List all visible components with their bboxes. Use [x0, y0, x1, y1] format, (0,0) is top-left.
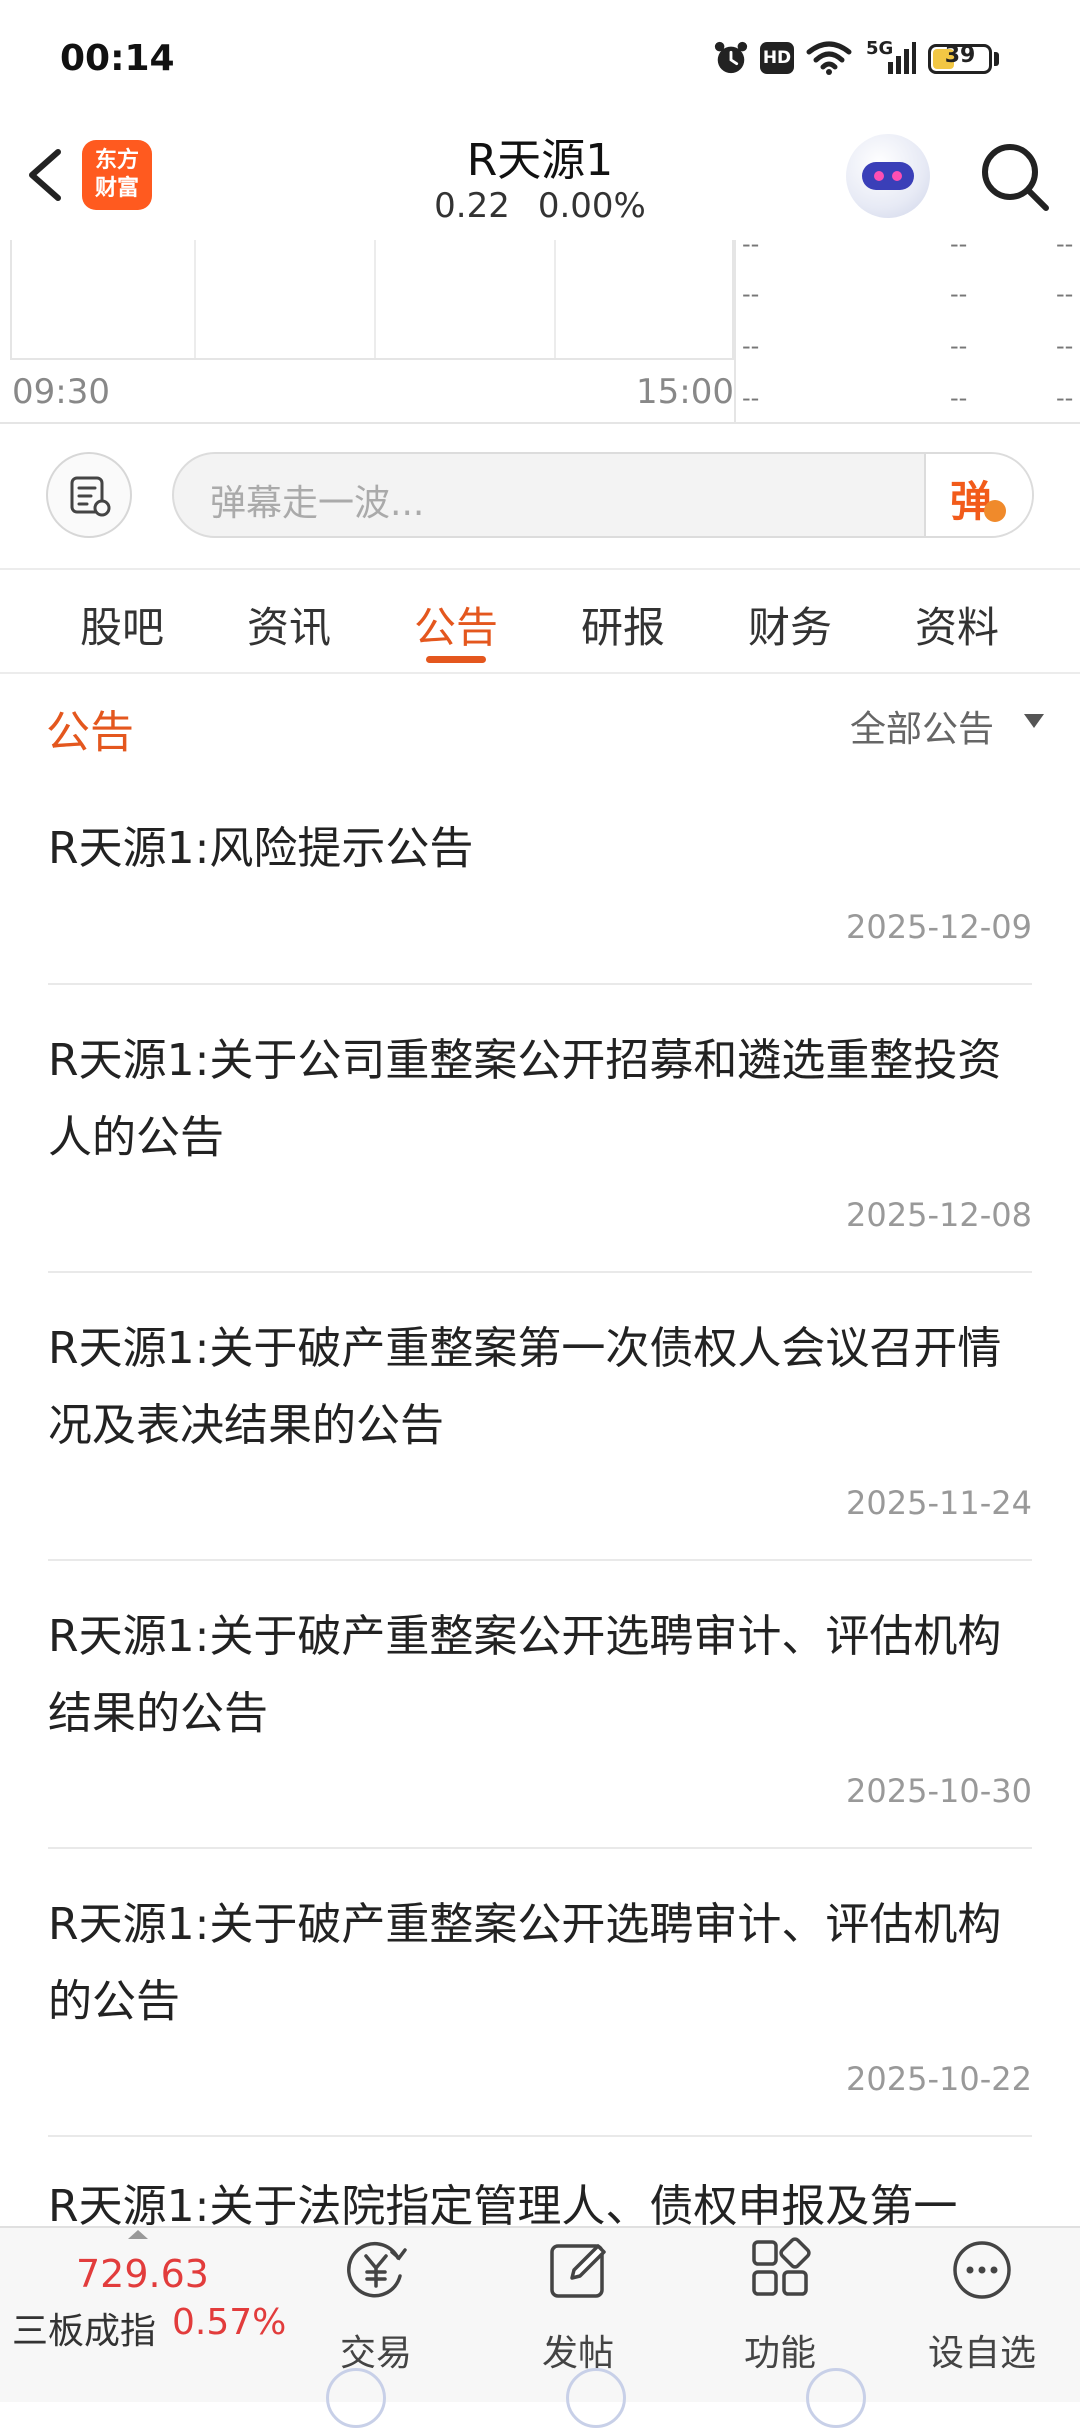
placeholder-dash: --	[950, 230, 968, 258]
active-tab-indicator	[426, 656, 486, 663]
stock-price: 0.22	[434, 186, 510, 226]
announcement-date: 2025-12-08	[846, 1196, 1032, 1234]
placeholder-dash: --	[1056, 230, 1074, 258]
placeholder-dash: --	[950, 332, 968, 360]
tab-profile[interactable]: 资料	[897, 594, 1017, 655]
robot-avatar-icon[interactable]	[846, 134, 930, 218]
alarm-icon	[714, 41, 748, 74]
announcement-date: 2025-11-24	[846, 1484, 1032, 1522]
wifi-icon	[806, 41, 852, 75]
nav-indicator-dot	[806, 2368, 866, 2428]
expand-up-icon[interactable]	[128, 2230, 148, 2239]
add-watchlist-button[interactable]: 设自选	[912, 2232, 1052, 2374]
status-bar: 00:14 HD 5G 39	[0, 0, 1080, 120]
nav-indicator-dot	[566, 2368, 626, 2428]
placeholder-dash: --	[1056, 384, 1074, 412]
tab-news[interactable]: 资讯	[229, 594, 349, 655]
battery-level: 39	[944, 43, 976, 68]
status-clock: 00:14	[60, 38, 175, 79]
post-button[interactable]: 发帖	[508, 2232, 648, 2374]
announcement-date: 2025-10-22	[846, 2060, 1032, 2098]
index-name[interactable]: 三板成指	[12, 2302, 156, 2354]
announcement-date: 2025-10-30	[846, 1772, 1032, 1810]
placeholder-dash: --	[742, 384, 760, 412]
announcement-date: 2025-12-09	[846, 908, 1032, 946]
divider	[48, 2135, 1032, 2137]
tab-guba[interactable]: 股吧	[62, 594, 182, 655]
danmu-send-label: 弹	[950, 477, 993, 526]
hd-icon: HD	[760, 42, 794, 74]
signal-5g-icon	[888, 42, 916, 74]
chart-time-end: 15:00	[636, 372, 734, 412]
tab-research[interactable]: 研报	[563, 594, 683, 655]
index-value[interactable]: 729.63	[76, 2252, 209, 2296]
danmu-placeholder: 弹幕走一波...	[210, 483, 425, 524]
chart-grid	[10, 240, 734, 360]
edit-post-icon	[550, 2244, 606, 2298]
trade-label: 交易	[339, 2333, 412, 2374]
search-icon[interactable]	[976, 138, 1054, 216]
trade-yen-icon	[347, 2241, 407, 2298]
announcement-title[interactable]: R天源1:关于法院指定管理人、债权申报及第一	[48, 2168, 1038, 2226]
functions-button[interactable]: 功能	[710, 2232, 850, 2374]
tab-announcements[interactable]: 公告	[396, 594, 516, 655]
announcement-title[interactable]: R天源1:关于公司重整案公开招募和遴选重整投资人的公告	[48, 1022, 1038, 1176]
stock-change-pct: 0.00%	[537, 186, 646, 226]
intraday-chart[interactable]	[0, 240, 1080, 424]
divider	[48, 1559, 1032, 1561]
trade-button[interactable]: 交易	[306, 2232, 446, 2374]
placeholder-dash: --	[950, 384, 968, 412]
caret-down-icon[interactable]	[1024, 714, 1044, 728]
index-change[interactable]: 0.57%	[172, 2302, 286, 2343]
tab-finance[interactable]: 财务	[730, 594, 850, 655]
divider	[48, 983, 1032, 985]
grid-apps-icon	[752, 2237, 811, 2296]
battery-icon: 39	[928, 43, 992, 74]
placeholder-dash: --	[742, 230, 760, 258]
chart-time-start: 09:30	[12, 372, 110, 412]
placeholder-dash: --	[950, 280, 968, 308]
placeholder-dash: --	[1056, 332, 1074, 360]
check-badge-icon	[984, 500, 1006, 522]
placeholder-dash: --	[742, 280, 760, 308]
section-title: 公告	[46, 707, 134, 758]
placeholder-dash: --	[742, 332, 760, 360]
nav-indicator-dot	[326, 2368, 386, 2428]
placeholder-dash: --	[1056, 280, 1074, 308]
chart-divider	[734, 240, 736, 422]
add-watchlist-label: 设自选	[927, 2333, 1036, 2374]
announcement-filter[interactable]: 全部公告	[850, 700, 994, 752]
announcement-title[interactable]: R天源1:关于破产重整案公开选聘审计、评估机构结果的公告	[48, 1598, 1038, 1752]
divider	[48, 1847, 1032, 1849]
announcement-title[interactable]: R天源1:关于破产重整案公开选聘审计、评估机构的公告	[48, 1886, 1038, 2040]
announcement-title[interactable]: R天源1:关于破产重整案第一次债权人会议召开情况及表决结果的公告	[48, 1310, 1038, 1464]
divider	[48, 1271, 1032, 1273]
more-dots-icon	[953, 2241, 1011, 2299]
danmu-list-icon	[70, 476, 111, 517]
danmu-input[interactable]: 弹幕走一波... 弹	[172, 452, 1034, 538]
announcement-title[interactable]: R天源1:风险提示公告	[48, 810, 1038, 887]
post-label: 发帖	[541, 2333, 614, 2374]
danmu-list-button[interactable]	[46, 452, 132, 538]
danmu-send-button[interactable]: 弹	[924, 454, 1032, 536]
